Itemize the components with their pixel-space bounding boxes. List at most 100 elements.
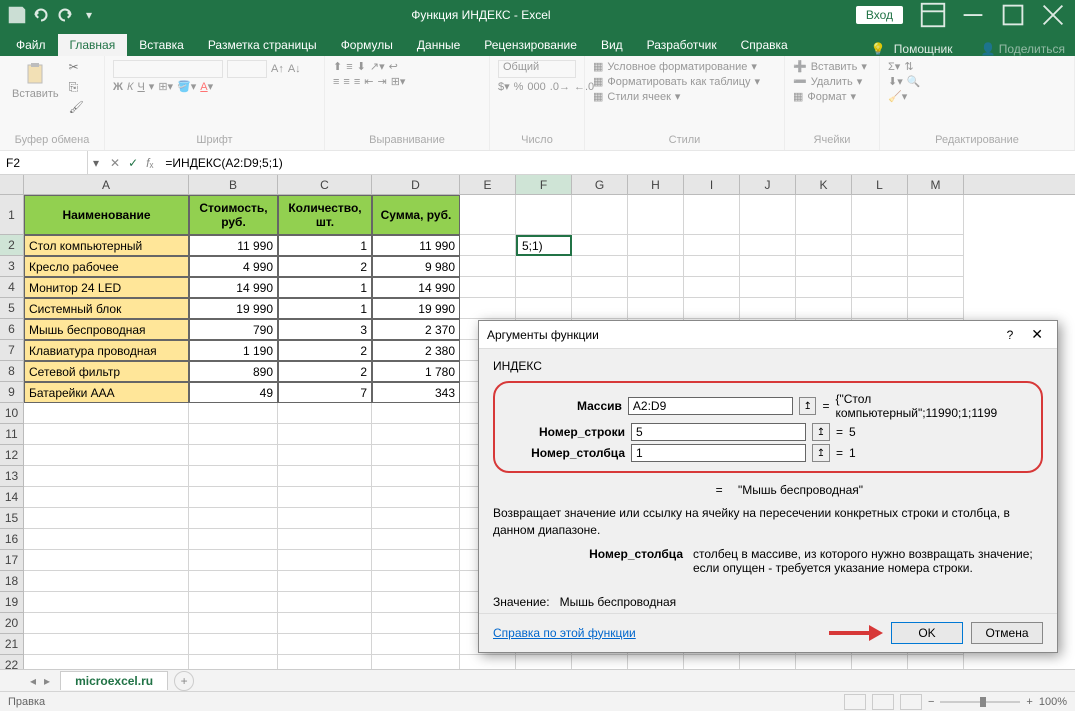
cell[interactable]: 49 [189,382,278,403]
row-header[interactable]: 10 [0,403,24,424]
tab-view[interactable]: Вид [589,34,635,56]
fill-icon[interactable]: ⬇▾ [888,75,903,88]
row-header[interactable]: 6 [0,319,24,340]
sheet-nav-prev-icon[interactable]: ◂ [30,674,36,688]
cell[interactable] [278,613,372,634]
arg-input-array[interactable] [628,397,793,415]
cell[interactable] [278,550,372,571]
cell[interactable] [278,403,372,424]
cell[interactable] [516,277,572,298]
row-header[interactable]: 7 [0,340,24,361]
cell[interactable]: 14 990 [189,277,278,298]
align-right-icon[interactable]: ≡ [354,76,360,88]
row-header[interactable]: 17 [0,550,24,571]
cell[interactable] [796,195,852,235]
cell[interactable] [852,235,908,256]
format-as-table-button[interactable]: ▦Форматировать как таблицу▾ [593,75,776,88]
cell[interactable]: 890 [189,361,278,382]
collapse-dialog-icon[interactable]: ↥ [799,397,817,415]
cell[interactable] [852,277,908,298]
cell[interactable] [24,571,189,592]
cell[interactable]: Стол компьютерный [24,235,189,256]
comma-icon[interactable]: 000 [527,81,545,93]
cell[interactable]: 19 990 [372,298,460,319]
name-box[interactable]: F2 [0,151,88,174]
cell[interactable] [189,487,278,508]
cell[interactable] [189,466,278,487]
copy-icon[interactable]: ⎘ [69,80,89,98]
cell[interactable] [278,634,372,655]
cell[interactable] [24,550,189,571]
cell[interactable]: 1 190 [189,340,278,361]
undo-icon[interactable] [30,4,52,26]
cell[interactable] [24,403,189,424]
cell[interactable]: 2 380 [372,340,460,361]
cell[interactable]: 11 990 [372,235,460,256]
tab-home[interactable]: Главная [58,34,128,56]
column-header[interactable]: M [908,175,964,194]
column-header[interactable]: K [796,175,852,194]
cell[interactable] [372,487,460,508]
indent-decrease-icon[interactable]: ⇤ [364,75,373,88]
column-header[interactable]: L [852,175,908,194]
cell[interactable] [460,277,516,298]
cell[interactable]: Количество, шт. [278,195,372,235]
font-size[interactable] [227,60,267,78]
clear-icon[interactable]: 🧹▾ [888,90,907,103]
accept-formula-icon[interactable]: ✓ [128,156,138,170]
cell[interactable] [372,634,460,655]
cell[interactable] [908,256,964,277]
cell[interactable] [796,298,852,319]
cell[interactable]: 1 [278,235,372,256]
align-center-icon[interactable]: ≡ [343,76,349,88]
collapse-dialog-icon[interactable]: ↥ [812,444,830,462]
cell[interactable]: 11 990 [189,235,278,256]
cell[interactable] [516,195,572,235]
find-icon[interactable]: 🔍 [907,75,921,88]
cell[interactable]: 790 [189,319,278,340]
cell[interactable] [572,277,628,298]
align-bottom-icon[interactable]: ⬇ [357,60,366,73]
insert-cells-button[interactable]: ➕Вставить▾ [793,60,871,73]
cell[interactable]: 2 [278,256,372,277]
cell[interactable]: 2 370 [372,319,460,340]
cell[interactable]: Кресло рабочее [24,256,189,277]
cell[interactable] [189,424,278,445]
align-left-icon[interactable]: ≡ [333,76,339,88]
sheet-nav-next-icon[interactable]: ▸ [44,674,50,688]
fill-color-icon[interactable]: 🪣▾ [177,80,196,93]
cell[interactable] [740,256,796,277]
cell[interactable] [796,235,852,256]
cell[interactable]: 1 [278,277,372,298]
cell[interactable]: 343 [372,382,460,403]
cell[interactable] [572,195,628,235]
cell[interactable] [189,634,278,655]
dialog-help-icon[interactable]: ? [1007,328,1014,342]
cell[interactable] [24,445,189,466]
cell[interactable] [372,571,460,592]
cell[interactable] [684,195,740,235]
cell[interactable] [460,256,516,277]
cell[interactable]: 4 990 [189,256,278,277]
cell[interactable] [372,424,460,445]
column-header[interactable]: F [516,175,572,194]
tab-formulas[interactable]: Формулы [329,34,405,56]
percent-icon[interactable]: % [514,81,524,93]
row-header[interactable]: 14 [0,487,24,508]
cell[interactable] [24,487,189,508]
cell[interactable] [684,277,740,298]
cell[interactable]: Монитор 24 LED [24,277,189,298]
cell[interactable] [189,592,278,613]
select-all-corner[interactable] [0,175,24,194]
cell[interactable] [189,508,278,529]
tab-help[interactable]: Справка [729,34,800,56]
zoom-in-icon[interactable]: + [1026,696,1032,708]
cell[interactable] [460,298,516,319]
cell[interactable] [24,508,189,529]
cell[interactable] [189,529,278,550]
row-header[interactable]: 3 [0,256,24,277]
cell[interactable] [740,235,796,256]
cell[interactable]: 2 [278,361,372,382]
cell[interactable]: Системный блок [24,298,189,319]
cell[interactable] [628,195,684,235]
